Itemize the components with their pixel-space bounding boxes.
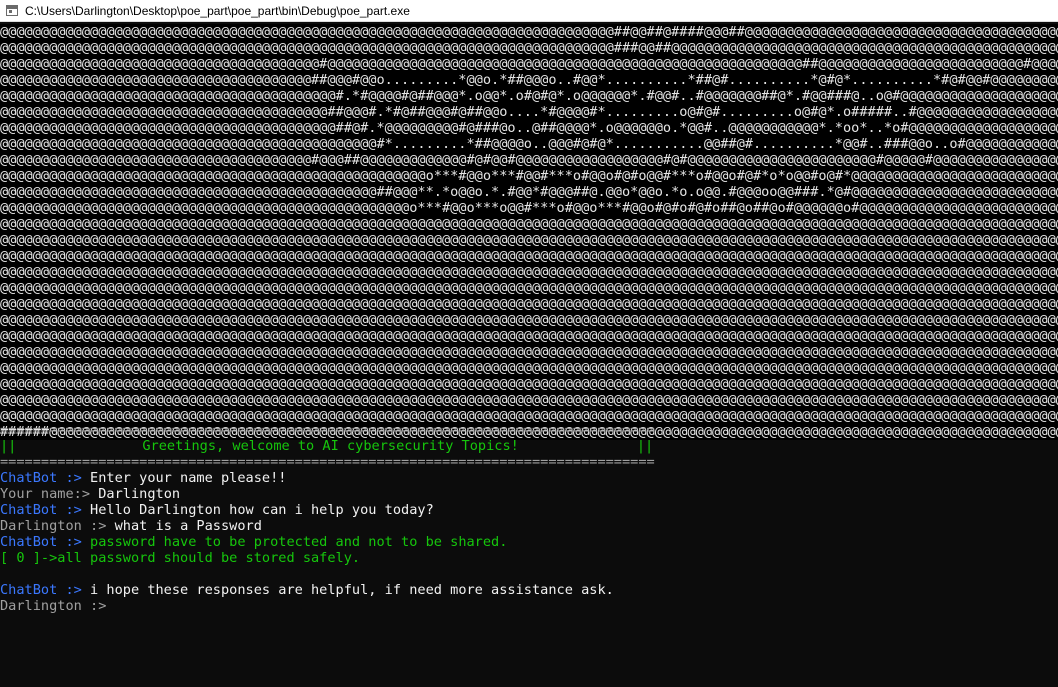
chatbot-message: i hope these responses are helpful, if n… xyxy=(81,582,614,598)
name-input-value: Darlington xyxy=(90,486,181,502)
banner-line: || Greetings, welcome to AI cybersecurity… xyxy=(0,438,653,454)
chatbot-label: ChatBot :> xyxy=(0,502,82,518)
chatbot-message: Enter your name please!! xyxy=(81,470,287,486)
chatbot-label: ChatBot :> xyxy=(0,534,82,550)
chat-line: ChatBot :> i hope these responses are he… xyxy=(0,582,614,598)
chat-line: ChatBot :> Hello Darlington how can i he… xyxy=(0,502,434,518)
user-prompt-label: Darlington :> xyxy=(0,598,107,614)
chatbot-answer-item: [ 0 ]->all password should be stored saf… xyxy=(0,550,361,566)
banner-text: Greetings, welcome to AI cybersecurity T… xyxy=(142,438,519,454)
chat-line: Darlington :> what is a Password xyxy=(0,518,262,534)
separator-bottom: ========================================… xyxy=(0,454,655,470)
banner-right-border: || xyxy=(636,438,654,454)
chatbot-answer: password have to be protected and not to… xyxy=(81,534,508,550)
user-prompt-label: Darlington :> xyxy=(0,518,107,534)
console-window[interactable]: @@@@@@@@@@@@@@@@@@@@@@@@@@@@@@@@@@@@@@@@… xyxy=(0,22,1058,687)
chatbot-label: ChatBot :> xyxy=(0,470,82,486)
banner-left-border: || xyxy=(0,438,17,454)
chat-line: ChatBot :> Enter your name please!! xyxy=(0,470,286,486)
console-app-icon xyxy=(6,5,18,16)
chat-line: ChatBot :> password have to be protected… xyxy=(0,534,507,550)
chat-line: Your name:> Darlington xyxy=(0,486,180,502)
window-title: C:\Users\Darlington\Desktop\poe_part\poe… xyxy=(25,3,410,18)
input-prompt-line[interactable]: Darlington :> xyxy=(0,598,114,614)
chatbot-message: Hello Darlington how can i help you toda… xyxy=(81,502,434,518)
name-prompt-label: Your name:> xyxy=(0,486,91,502)
window-titlebar[interactable]: C:\Users\Darlington\Desktop\poe_part\poe… xyxy=(0,0,1058,22)
separator-top: ========================================… xyxy=(0,422,655,438)
ascii-art-logo: @@@@@@@@@@@@@@@@@@@@@@@@@@@@@@@@@@@@@@@@… xyxy=(0,24,1058,440)
user-message: what is a Password xyxy=(106,518,262,534)
chatbot-label: ChatBot :> xyxy=(0,582,82,598)
